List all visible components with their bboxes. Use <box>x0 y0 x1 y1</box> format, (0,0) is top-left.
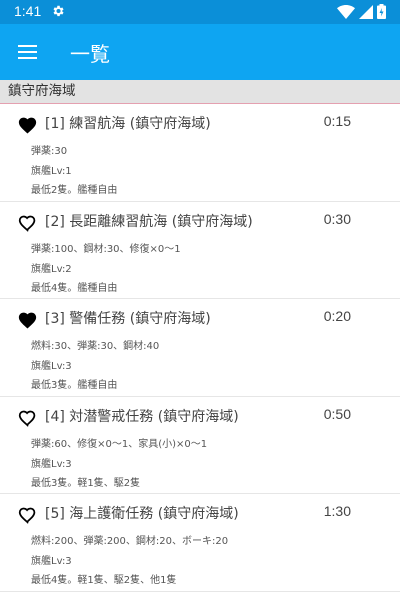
expedition-time: 0:20 <box>323 308 351 324</box>
status-time: 1:41 <box>14 3 42 19</box>
expedition-fleet-requirement: 最低4隻。軽1隻、駆2隻、他1隻 <box>31 575 177 586</box>
expedition-title: [5] 海上護衛任務 (鎮守府海域) <box>45 506 239 522</box>
expedition-item-1[interactable]: [1] 練習航海 (鎮守府海域) 0:15 弾薬:30 旗艦Lv:1 最低2隻。… <box>0 104 400 202</box>
status-indicators <box>337 4 386 19</box>
signal-icon <box>359 4 373 19</box>
menu-icon[interactable] <box>18 42 38 62</box>
expedition-flagship-level: 旗艦Lv:3 <box>31 556 72 567</box>
heart-outline-icon[interactable] <box>17 408 38 427</box>
expedition-title: [3] 警備任務 (鎮守府海域) <box>45 311 211 327</box>
app-bar: 一覧 <box>0 24 400 80</box>
wifi-icon <box>337 4 355 19</box>
expedition-flagship-level: 旗艦Lv:2 <box>31 263 72 275</box>
expedition-item-2[interactable]: [2] 長距離練習航海 (鎮守府海域) 0:30 弾薬:100、鋼材:30、修復… <box>0 202 400 299</box>
expedition-title: [2] 長距離練習航海 (鎮守府海域) <box>45 213 253 230</box>
expedition-resources: 弾薬:60、修復×0〜1、家具(小)×0〜1 <box>31 438 208 450</box>
expedition-flagship-level: 旗艦Lv:3 <box>31 458 72 470</box>
heart-filled-icon[interactable] <box>17 115 38 134</box>
expedition-time: 0:30 <box>323 210 351 227</box>
expedition-fleet-requirement: 最低2隻。艦種自由 <box>31 185 118 196</box>
expedition-resources: 燃料:200、弾薬:200、鋼材:20、ボーキ:20 <box>31 536 229 547</box>
status-bar: 1:41 <box>0 0 400 24</box>
page-title: 一覧 <box>70 42 110 66</box>
expedition-resources: 弾薬:100、鋼材:30、修復×0〜1 <box>31 243 181 255</box>
gear-icon <box>53 5 64 17</box>
expedition-list: [1] 練習航海 (鎮守府海域) 0:15 弾薬:30 旗艦Lv:1 最低2隻。… <box>0 104 400 592</box>
expedition-resources: 燃料:30、弾薬:30、鋼材:40 <box>31 341 160 352</box>
expedition-fleet-requirement: 最低3隻。軽1隻、駆2隻 <box>31 477 141 489</box>
section-header: 鎮守府海域 <box>0 80 400 104</box>
expedition-flagship-level: 旗艦Lv:3 <box>31 361 72 372</box>
heart-outline-icon[interactable] <box>17 213 38 232</box>
expedition-fleet-requirement: 最低4隻。艦種自由 <box>31 282 118 294</box>
heart-filled-icon[interactable] <box>17 310 38 329</box>
expedition-title: [4] 対潜警戒任務 (鎮守府海域) <box>45 408 239 425</box>
expedition-item-3[interactable]: [3] 警備任務 (鎮守府海域) 0:20 燃料:30、弾薬:30、鋼材:40 … <box>0 299 400 397</box>
expedition-item-4[interactable]: [4] 対潜警戒任務 (鎮守府海域) 0:50 弾薬:60、修復×0〜1、家具(… <box>0 397 400 494</box>
expedition-item-5[interactable]: [5] 海上護衛任務 (鎮守府海域) 1:30 燃料:200、弾薬:200、鋼材… <box>0 494 400 592</box>
heart-outline-icon[interactable] <box>17 505 38 524</box>
expedition-resources: 弾薬:30 <box>31 146 68 157</box>
expedition-flagship-level: 旗艦Lv:1 <box>31 166 72 177</box>
battery-icon <box>377 4 386 19</box>
expedition-time: 0:50 <box>323 405 351 422</box>
expedition-time: 1:30 <box>323 503 351 519</box>
expedition-fleet-requirement: 最低3隻。艦種自由 <box>31 380 118 391</box>
expedition-time: 0:15 <box>323 113 351 129</box>
expedition-title: [1] 練習航海 (鎮守府海域) <box>45 116 211 132</box>
